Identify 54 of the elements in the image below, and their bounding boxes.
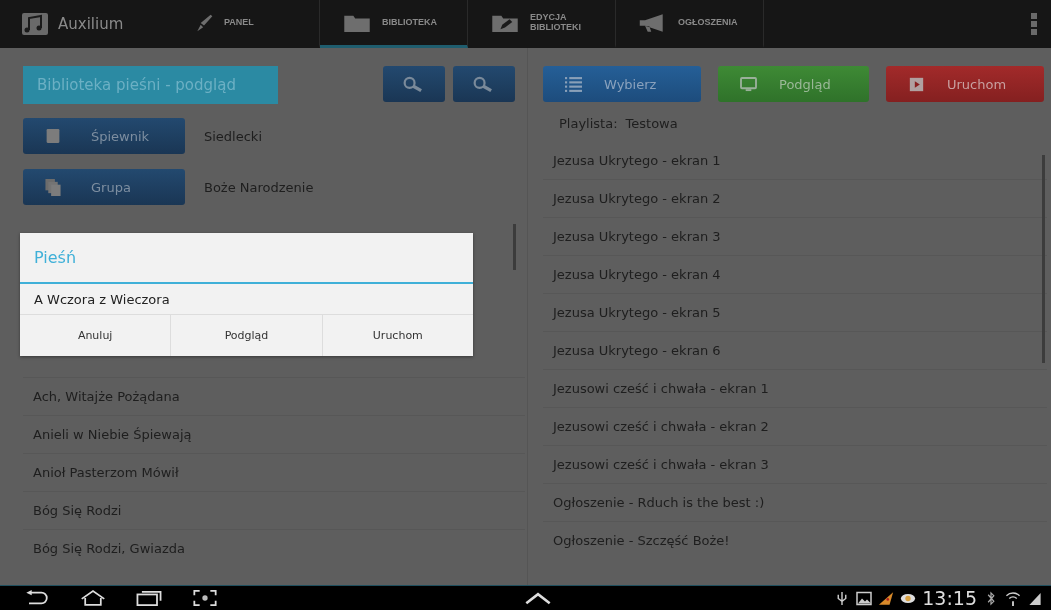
nav-tab[interactable]: EDYCJA BIBLIOTEKI [468, 0, 616, 48]
playlist-item[interactable]: Jezusa Ukrytego - ekran 5 [543, 305, 721, 320]
song-title[interactable]: Bóg Się Rodzi [23, 503, 122, 518]
dialog-button[interactable]: Uruchom [321, 315, 473, 356]
signal-icon [1027, 590, 1043, 606]
library-title: Biblioteka pieśni - podgląd [23, 66, 278, 104]
caret-up-icon[interactable] [525, 590, 552, 606]
scrollbar-thumb [513, 224, 516, 270]
back-icon[interactable] [24, 590, 50, 606]
recent-apps-icon[interactable] [136, 590, 162, 606]
nav-tab[interactable]: OGŁOSZENIA [616, 0, 764, 48]
playlist-item[interactable]: Ogłoszenie - Rduch is the best :) [543, 495, 765, 510]
music-notes-icon [22, 13, 48, 35]
dialog-button[interactable]: Podgląd [170, 315, 322, 356]
song-title[interactable]: Anieli w Niebie Śpiewają [23, 427, 192, 442]
playlist-item[interactable]: Jezusa Ukrytego - ekran 6 [543, 343, 721, 358]
playlist-name: Testowa [625, 115, 678, 131]
search-icon [473, 76, 495, 92]
image-icon [856, 590, 873, 606]
playlist-item[interactable]: Jezusa Ukrytego - ekran 1 [543, 153, 721, 168]
monitor-icon [740, 76, 757, 92]
filter-value: Boże Narodzenie [204, 179, 314, 195]
search-button[interactable] [383, 66, 445, 102]
film-play-icon [908, 76, 925, 92]
action-button[interactable]: Wybierz [543, 66, 701, 102]
playlist-label: Playlista: [559, 115, 618, 131]
filter-value: Siedlecki [204, 128, 262, 144]
playlist-item[interactable]: Ogłoszenie - Szczęść Boże! [543, 533, 730, 548]
song-title[interactable]: Anioł Pasterzom Mówił [23, 465, 179, 480]
song-title[interactable]: Bóg Się Rodzi, Gwiazda [23, 541, 185, 556]
pizza-icon [878, 590, 895, 606]
song-title[interactable]: Ach, Witajże Pożądana [23, 389, 180, 404]
nav-tab[interactable]: BIBLIOTEKA [320, 0, 468, 48]
app-title: Auxilium [58, 15, 124, 33]
search-icon [403, 76, 425, 92]
dialog-title: Pieśń [20, 233, 473, 284]
filter-button[interactable]: Grupa [23, 169, 185, 205]
wifi-icon [1005, 590, 1021, 606]
playlist-item[interactable]: Jezusa Ukrytego - ekran 3 [543, 229, 721, 244]
screenshot-icon[interactable] [192, 590, 218, 606]
overflow-menu-icon[interactable] [1031, 13, 1037, 35]
action-button[interactable]: Podgląd [718, 66, 869, 102]
filter-button[interactable]: Śpiewnik [23, 118, 185, 154]
dialog-button[interactable]: Anuluj [20, 315, 171, 356]
search-button[interactable] [453, 66, 515, 102]
stacked-pages-icon [45, 178, 61, 196]
list-icon [565, 76, 582, 92]
nav-tab[interactable]: PANEL [172, 0, 320, 48]
clock: 13:15 [922, 587, 977, 609]
home-icon[interactable] [80, 590, 106, 606]
playlist-item[interactable]: Jezusa Ukrytego - ekran 2 [543, 191, 721, 206]
action-button[interactable]: Uruchom [886, 66, 1044, 102]
playlist-item[interactable]: Jezusa Ukrytego - ekran 4 [543, 267, 721, 282]
book-icon [45, 127, 61, 145]
